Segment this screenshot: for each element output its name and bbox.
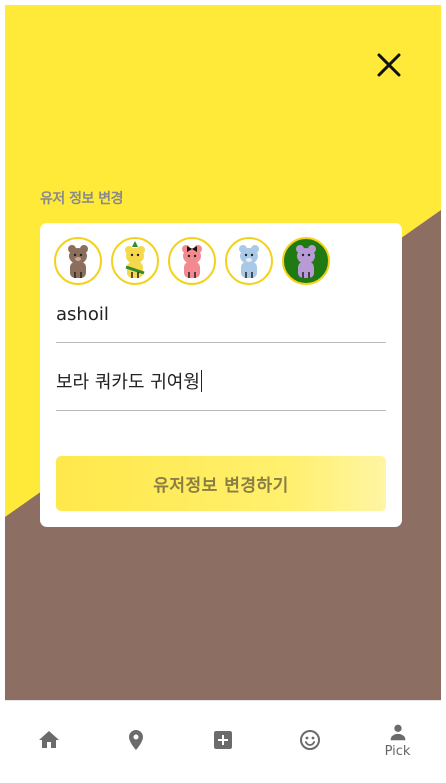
- home-icon: [38, 731, 59, 748]
- add-box-icon: [213, 731, 232, 749]
- bottom-nav: Pick: [5, 700, 441, 778]
- username-value: ashoil: [56, 304, 109, 325]
- nav-pick[interactable]: Pick: [354, 701, 441, 778]
- location-pin-icon: [128, 730, 143, 750]
- close-icon: [377, 53, 401, 77]
- username-field[interactable]: ashoil: [56, 302, 386, 343]
- text-caret: [200, 370, 202, 392]
- nav-add[interactable]: [179, 701, 266, 778]
- nav-pick-label: Pick: [384, 744, 411, 759]
- nav-home[interactable]: [5, 701, 92, 778]
- pink-bear-icon: [182, 245, 202, 278]
- smiley-icon: [299, 730, 320, 750]
- blue-bear-icon: [239, 245, 259, 278]
- nav-map[interactable]: [92, 701, 179, 778]
- person-icon: [390, 724, 405, 741]
- section-title: 유저 정보 변경: [40, 191, 124, 207]
- avatar-pink-bear[interactable]: [168, 237, 216, 285]
- avatar-blue-bear[interactable]: [225, 237, 273, 285]
- yellow-bear-icon: [125, 241, 145, 278]
- avatar-brown-bear[interactable]: [54, 237, 102, 285]
- avatar-yellow-bear[interactable]: [111, 237, 159, 285]
- avatar-purple-bear[interactable]: [282, 237, 330, 285]
- screen: 유저 정보 변경 ashoil 보라 쿼카도 귀여웡 유저정보 변경하기 Pic…: [5, 5, 441, 778]
- purple-bear-icon: [296, 245, 316, 278]
- brown-bear-icon: [68, 245, 88, 278]
- close-button[interactable]: [371, 47, 407, 83]
- status-message-value: 보라 쿼카도 귀여웡: [56, 372, 200, 393]
- user-info-card: ashoil 보라 쿼카도 귀여웡 유저정보 변경하기: [40, 223, 402, 527]
- status-message-field[interactable]: 보라 쿼카도 귀여웡: [56, 370, 386, 411]
- nav-mood[interactable]: [266, 701, 353, 778]
- submit-user-info-button[interactable]: 유저정보 변경하기: [56, 456, 386, 511]
